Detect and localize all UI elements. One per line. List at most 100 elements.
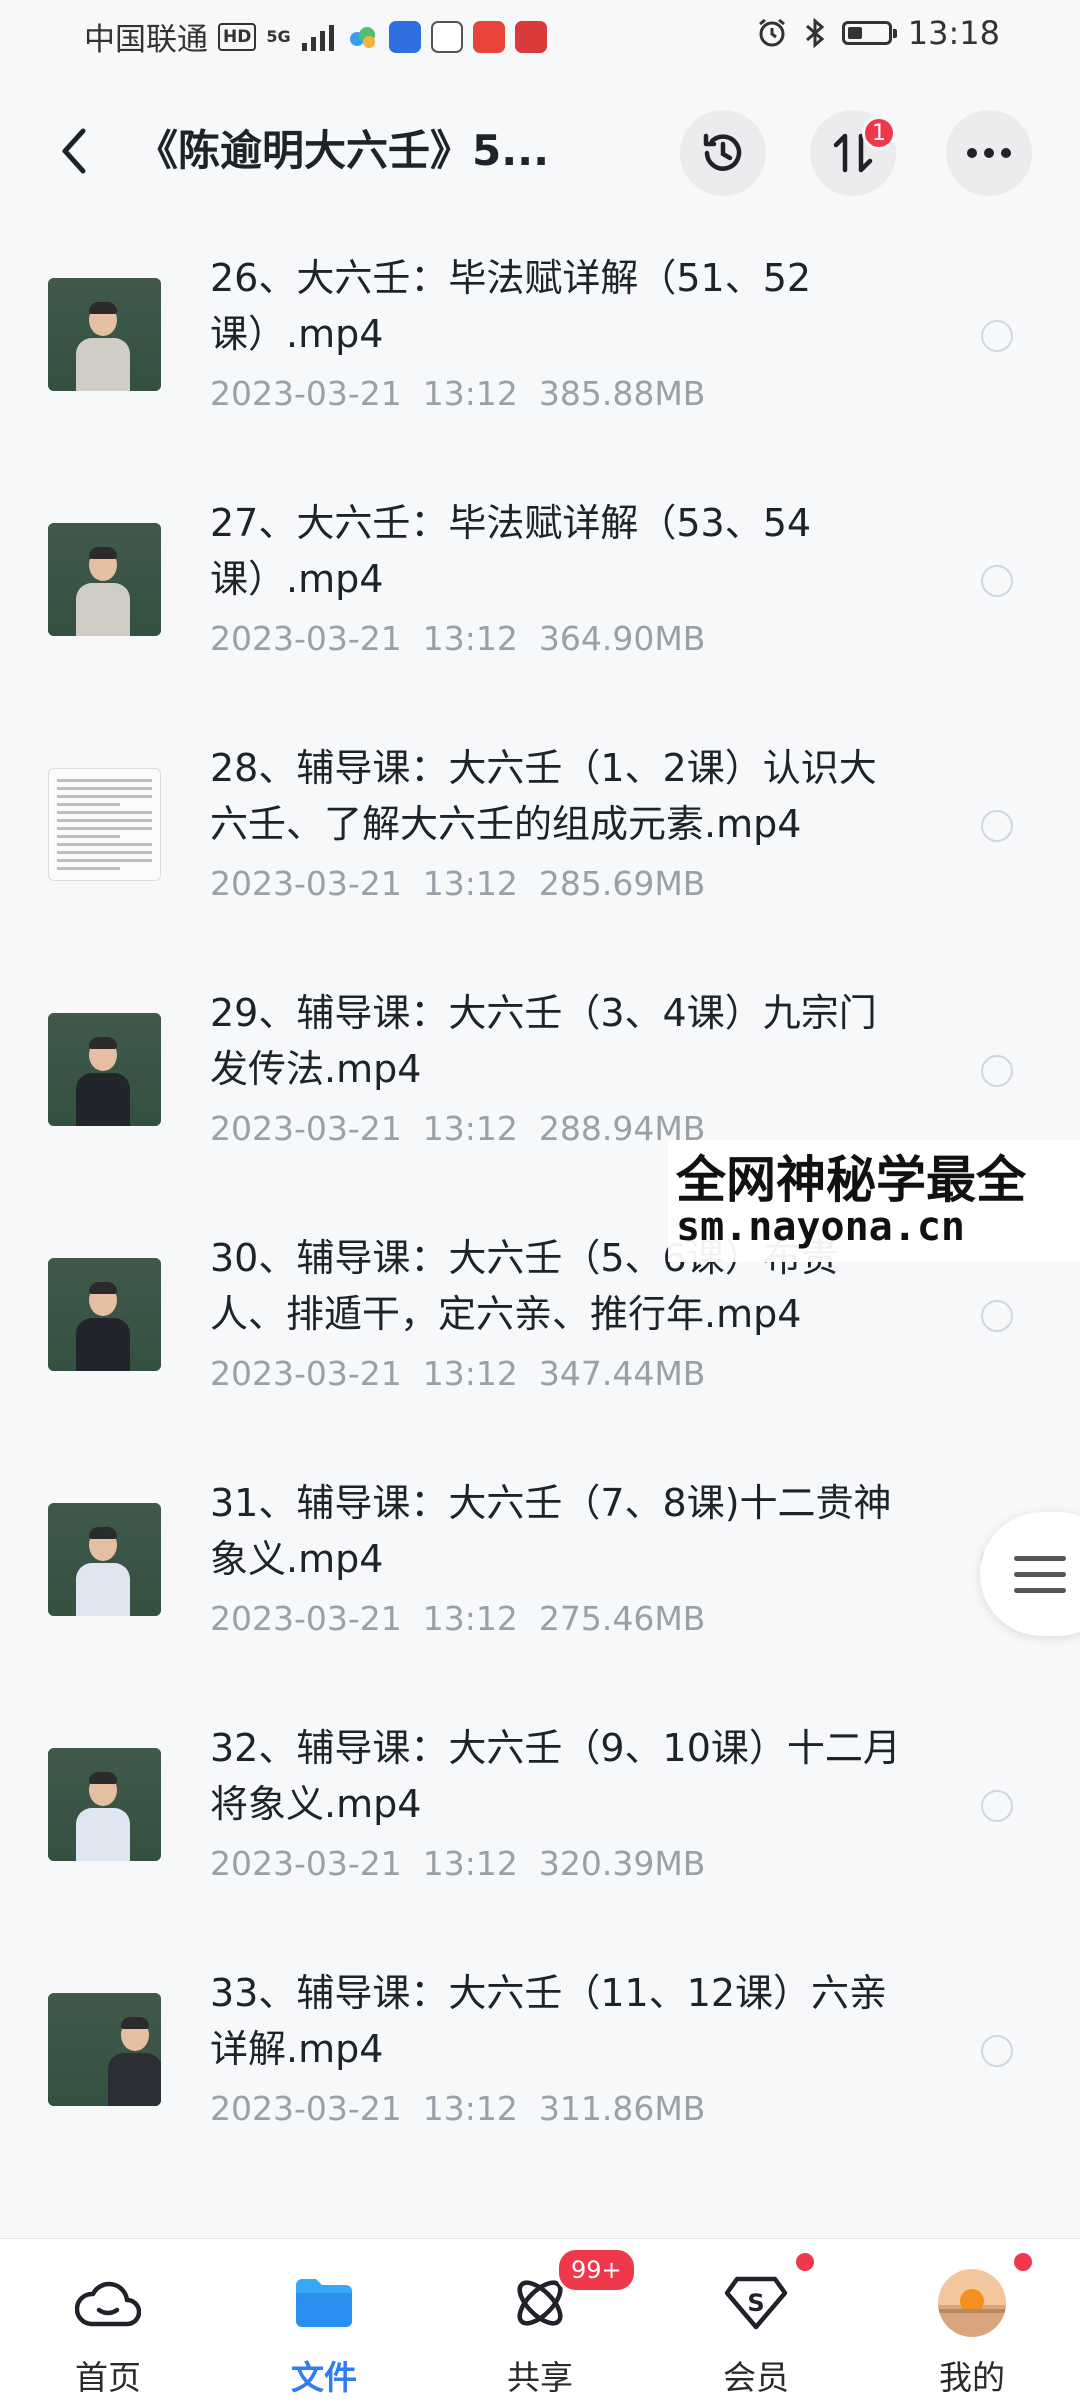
video-thumbnail xyxy=(48,1013,161,1126)
top-bar: 《陈逾明大六壬》5... 1 xyxy=(0,88,1080,218)
nav-label: 共享 xyxy=(507,2358,573,2397)
clock: 13:18 xyxy=(907,14,1000,52)
file-name: 27、大六壬：毕法赋详解（53、54课）.mp4 xyxy=(210,501,812,601)
network-type: 5G xyxy=(266,26,291,46)
file-date: 2023-03-21 xyxy=(210,1109,402,1148)
history-icon xyxy=(703,133,742,171)
nav-label: 首页 xyxy=(75,2358,141,2397)
history-button[interactable] xyxy=(680,110,766,196)
nav-me[interactable]: 我的 xyxy=(864,2239,1080,2401)
watermark-line2: sm.nayona.cn xyxy=(676,1204,965,1250)
select-radio[interactable] xyxy=(981,1055,1013,1087)
file-size: 311.86MB xyxy=(538,2089,706,2128)
status-right: 13:18 xyxy=(756,14,1000,52)
nav-share[interactable]: 99+ 共享 xyxy=(432,2239,648,2401)
file-row[interactable]: 34、辅导课：大六壬（13、14课）六 xyxy=(0,2188,1080,2218)
video-thumbnail xyxy=(48,278,161,391)
reader-app-icon xyxy=(514,20,547,53)
file-name: 32、辅导课：大六壬（9、10课）十二月将象义.mp4 xyxy=(210,1726,901,1826)
file-row[interactable]: 27、大六壬：毕法赋详解（53、54课）.mp4 2023-03-21 13:12… xyxy=(0,473,1080,718)
file-time: 13:12 xyxy=(422,1844,518,1883)
file-date: 2023-03-21 xyxy=(210,619,402,658)
select-radio[interactable] xyxy=(981,1790,1013,1822)
file-row[interactable]: 32、辅导课：大六壬（9、10课）十二月将象义.mp4 2023-03-21 13… xyxy=(0,1698,1080,1943)
file-row[interactable]: 26、大六壬：毕法赋详解（51、52课）.mp4 2023-03-21 13:12… xyxy=(0,228,1080,473)
nav-home[interactable]: 首页 xyxy=(0,2239,216,2401)
select-radio[interactable] xyxy=(981,565,1013,597)
bottom-nav: 首页 文件 99+ 共享 S 会员 我的 xyxy=(0,2238,1080,2401)
transfer-button[interactable]: 1 xyxy=(810,110,896,196)
file-name: 28、辅导课：大六壬（1、2课）认识大六壬、了解大六壬的组成元素.mp4 xyxy=(210,746,877,846)
hand-app-icon xyxy=(430,20,463,53)
file-row[interactable]: 28、辅导课：大六壬（1、2课）认识大六壬、了解大六壬的组成元素.mp4 2023… xyxy=(0,718,1080,963)
video-thumbnail xyxy=(48,1748,161,1861)
file-time: 13:12 xyxy=(422,1599,518,1638)
file-time: 13:12 xyxy=(422,619,518,658)
file-time: 13:12 xyxy=(422,374,518,413)
file-name: 33、辅导课：大六壬（11、12课）六亲详解.mp4 xyxy=(210,1971,888,2071)
avatar-icon xyxy=(934,2265,1010,2341)
nav-files[interactable]: 文件 xyxy=(216,2239,432,2401)
file-meta: 2023-03-21 13:12 275.46MB xyxy=(210,1599,705,1638)
file-date: 2023-03-21 xyxy=(210,1354,402,1393)
status-left: 中国联通 HD 5G xyxy=(84,14,547,59)
file-size: 275.46MB xyxy=(538,1599,706,1638)
file-date: 2023-03-21 xyxy=(210,864,402,903)
alarm-icon xyxy=(758,18,785,47)
file-size: 285.69MB xyxy=(538,864,706,903)
folder-icon xyxy=(286,2265,362,2341)
game-app-icon xyxy=(472,20,505,53)
signal-icon xyxy=(301,24,334,51)
file-time: 13:12 xyxy=(422,2089,518,2128)
more-icon xyxy=(967,148,1011,158)
status-bar: 中国联通 HD 5G 13:18 xyxy=(0,0,1080,72)
back-button[interactable] xyxy=(44,118,104,184)
video-thumbnail xyxy=(48,768,161,881)
video-thumbnail xyxy=(48,1258,161,1371)
file-time: 13:12 xyxy=(422,1109,518,1148)
hamburger-icon-line xyxy=(1014,1588,1066,1593)
vip-dot xyxy=(796,2253,814,2271)
file-meta: 2023-03-21 13:12 364.90MB xyxy=(210,619,705,658)
carrier-name: 中国联通 xyxy=(84,22,208,58)
file-row[interactable]: 33、辅导课：大六壬（11、12课）六亲详解.mp4 2023-03-21 13:… xyxy=(0,1943,1080,2188)
file-name: 29、辅导课：大六壬（3、4课）九宗门发传法.mp4 xyxy=(210,991,877,1091)
file-date: 2023-03-21 xyxy=(210,2089,402,2128)
file-name: 34、辅导课：大六壬（13、14课）六 xyxy=(210,2210,910,2218)
shield-app-icon xyxy=(388,20,421,53)
video-thumbnail xyxy=(48,523,161,636)
file-row[interactable]: 31、辅导课：大六壬（7、8课)十二贵神象义.mp4 2023-03-21 13:… xyxy=(0,1453,1080,1698)
cloud-app-icon xyxy=(349,26,375,48)
page-title: 《陈逾明大六壬》5... xyxy=(136,126,550,175)
file-size: 347.44MB xyxy=(538,1354,706,1393)
chevron-left-icon xyxy=(62,128,86,174)
file-date: 2023-03-21 xyxy=(210,1599,402,1638)
file-meta: 2023-03-21 13:12 347.44MB xyxy=(210,1354,705,1393)
file-date: 2023-03-21 xyxy=(210,1844,402,1883)
select-radio[interactable] xyxy=(981,2035,1013,2067)
hamburger-icon-line xyxy=(1014,1556,1066,1561)
video-thumbnail xyxy=(48,1503,161,1616)
select-radio[interactable] xyxy=(981,1300,1013,1332)
file-meta: 2023-03-21 13:12 385.88MB xyxy=(210,374,705,413)
file-size: 385.88MB xyxy=(538,374,706,413)
more-button[interactable] xyxy=(946,110,1032,196)
file-name: 26、大六壬：毕法赋详解（51、52课）.mp4 xyxy=(210,256,812,356)
file-size: 364.90MB xyxy=(538,619,706,658)
watermark: 全网神秘学最全 sm.nayona.cn xyxy=(668,1140,1080,1262)
select-radio[interactable] xyxy=(981,810,1013,842)
file-meta: 2023-03-21 13:12 311.86MB xyxy=(210,2089,705,2128)
file-time: 13:12 xyxy=(422,864,518,903)
video-thumbnail xyxy=(48,1993,161,2106)
nav-label: 文件 xyxy=(291,2358,357,2397)
file-time: 13:12 xyxy=(422,1354,518,1393)
battery-icon xyxy=(841,21,897,45)
hamburger-icon-line xyxy=(1014,1572,1066,1577)
share-badge: 99+ xyxy=(556,2247,637,2293)
file-name: 31、辅导课：大六壬（7、8课)十二贵神象义.mp4 xyxy=(210,1481,892,1581)
nav-vip[interactable]: S 会员 xyxy=(648,2239,864,2401)
select-radio[interactable] xyxy=(981,320,1013,352)
file-size: 320.39MB xyxy=(538,1844,706,1883)
file-meta: 2023-03-21 13:12 288.94MB xyxy=(210,1109,705,1148)
home-cloud-icon xyxy=(70,2265,146,2341)
